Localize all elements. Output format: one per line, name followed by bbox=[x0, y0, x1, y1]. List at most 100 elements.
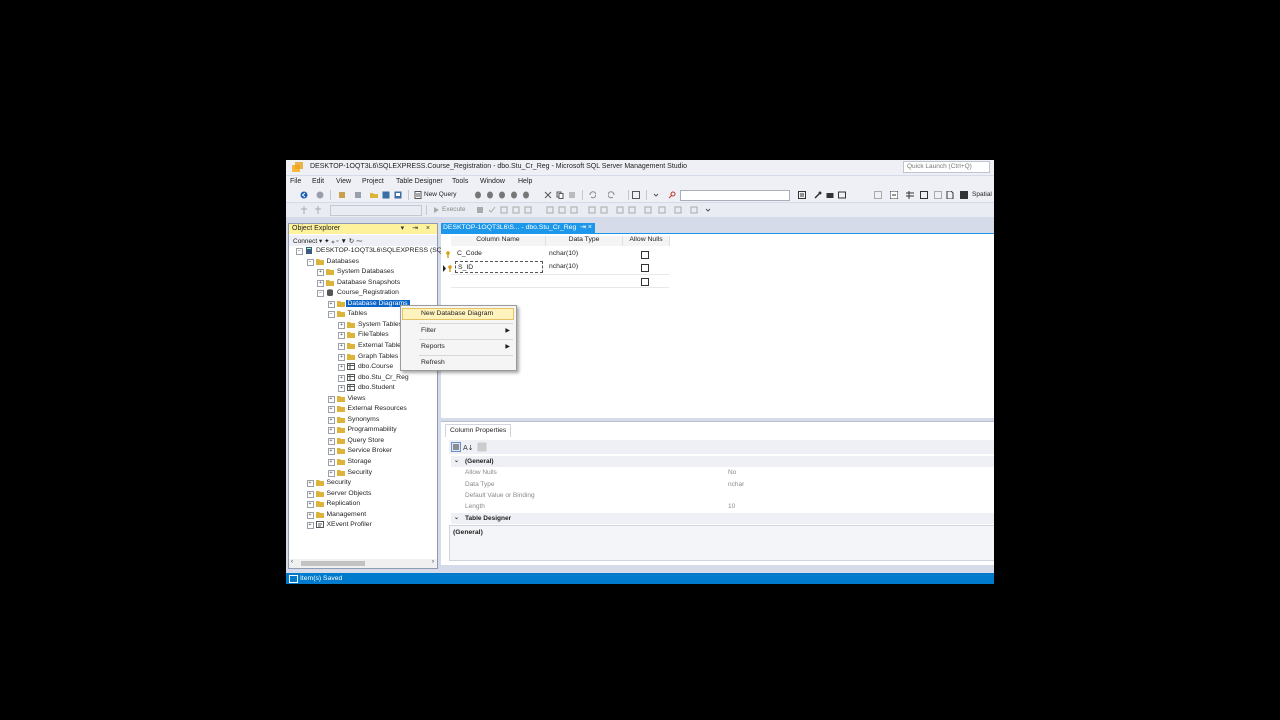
redo-icon[interactable] bbox=[608, 191, 616, 199]
add-item-icon[interactable] bbox=[354, 191, 362, 199]
collapse-icon[interactable]: − bbox=[296, 248, 303, 255]
spatial-icon[interactable] bbox=[960, 191, 968, 199]
menu-file[interactable]: File bbox=[290, 178, 301, 185]
decrease-indent-icon[interactable] bbox=[616, 206, 624, 214]
chevron-down-icon[interactable]: ⌄ bbox=[454, 513, 459, 524]
expand-icon[interactable]: + bbox=[327, 416, 335, 424]
tab-pin-icon[interactable]: ⇥ bbox=[580, 224, 586, 231]
menu-project[interactable]: Project bbox=[362, 178, 384, 185]
expand-icon[interactable]: + bbox=[306, 522, 314, 530]
toolbar-options-icon[interactable] bbox=[690, 206, 698, 214]
display-plan-icon[interactable] bbox=[512, 206, 520, 214]
collapse-icon[interactable]: − bbox=[327, 311, 335, 319]
database-combo[interactable] bbox=[330, 205, 422, 216]
collapse-icon[interactable]: − bbox=[317, 290, 324, 298]
find-icon[interactable] bbox=[668, 191, 676, 199]
execute-icon[interactable] bbox=[432, 206, 440, 214]
quick-launch-input[interactable]: Quick Launch (Ctrl+Q) bbox=[903, 161, 990, 173]
query-dmx-icon[interactable] bbox=[498, 191, 506, 199]
expand-icon[interactable]: + bbox=[338, 374, 345, 382]
expand-icon[interactable]: + bbox=[306, 480, 314, 488]
tab-stu-cr-reg[interactable]: DESKTOP-1OQT3L6\S... - dbo.Stu_Cr_Reg ⇥ … bbox=[441, 223, 595, 233]
toolbar-overflow-icon[interactable] bbox=[704, 206, 712, 214]
menu-item-filter[interactable]: Filter bbox=[421, 327, 436, 334]
expand-icon[interactable]: + bbox=[327, 300, 335, 308]
copy-icon[interactable] bbox=[556, 191, 564, 199]
uncomment-lines-icon[interactable] bbox=[600, 206, 608, 214]
horizontal-scrollbar[interactable]: ‹ › bbox=[289, 559, 437, 568]
property-category[interactable]: ⌄ Table Designer bbox=[451, 512, 994, 524]
expand-icon[interactable]: + bbox=[306, 501, 314, 509]
properties-icon[interactable] bbox=[798, 191, 806, 199]
back-icon[interactable] bbox=[300, 191, 308, 199]
expand-icon[interactable]: + bbox=[327, 427, 335, 435]
expand-icon[interactable]: + bbox=[327, 459, 335, 466]
property-category[interactable]: ⌄ (General) bbox=[451, 456, 994, 467]
expand-icon[interactable]: + bbox=[327, 448, 335, 456]
debug-icon[interactable] bbox=[674, 206, 682, 214]
menu-help[interactable]: Help bbox=[518, 178, 532, 185]
expand-icon[interactable]: + bbox=[338, 353, 345, 361]
cut-icon[interactable] bbox=[544, 191, 552, 199]
property-pages-icon[interactable] bbox=[477, 442, 487, 452]
chevron-down-icon[interactable]: ⌄ bbox=[454, 456, 459, 467]
close-icon[interactable]: × bbox=[588, 224, 592, 231]
results-file-icon[interactable] bbox=[570, 206, 578, 214]
alphabetical-icon[interactable]: A↓ bbox=[463, 442, 473, 452]
menu-window[interactable]: Window bbox=[480, 178, 505, 185]
expand-icon[interactable]: + bbox=[327, 437, 335, 445]
cancel-query-icon[interactable] bbox=[500, 206, 508, 214]
table-row-name[interactable]: S_ID bbox=[455, 261, 543, 273]
tab-close-icon[interactable]: ⇥ × bbox=[580, 223, 592, 231]
expand-icon[interactable]: + bbox=[306, 490, 314, 498]
intellisense-icon[interactable] bbox=[524, 206, 532, 214]
script-icon[interactable] bbox=[934, 191, 942, 199]
document-icon[interactable] bbox=[946, 191, 954, 199]
save-all-icon[interactable] bbox=[394, 191, 402, 199]
expand-icon[interactable]: + bbox=[338, 332, 345, 340]
connect-icon[interactable] bbox=[314, 206, 322, 214]
menu-item-new-database-diagram[interactable]: New Database Diagram bbox=[421, 310, 493, 317]
table-row-name[interactable]: C_Code bbox=[457, 248, 482, 260]
expand-icon[interactable]: + bbox=[338, 364, 345, 372]
forward-icon[interactable] bbox=[316, 191, 324, 199]
menu-item-refresh[interactable]: Refresh bbox=[421, 359, 445, 366]
save-icon[interactable] bbox=[382, 191, 390, 199]
allow-nulls-checkbox[interactable] bbox=[641, 264, 649, 272]
expand-icon[interactable]: + bbox=[317, 269, 324, 277]
new-project-icon[interactable] bbox=[338, 191, 346, 199]
expand-icon[interactable]: + bbox=[338, 385, 345, 393]
menu-view[interactable]: View bbox=[336, 178, 351, 185]
paste-icon[interactable] bbox=[568, 191, 576, 199]
connect-button[interactable]: Connect ▾ ✦ ⁎ ▫ ▼ ↻ ⁓ bbox=[293, 237, 363, 245]
menu-table-designer[interactable]: Table Designer bbox=[396, 178, 443, 185]
expand-icon[interactable]: + bbox=[327, 469, 335, 477]
results-grid-icon[interactable] bbox=[558, 206, 566, 214]
undo-icon[interactable] bbox=[588, 191, 596, 199]
property-row[interactable]: Default Value or Binding bbox=[451, 490, 994, 501]
wrench-icon[interactable] bbox=[814, 191, 822, 199]
specify-values-icon[interactable] bbox=[644, 206, 652, 214]
query-xmla-icon[interactable] bbox=[510, 191, 518, 199]
collapse-icon[interactable]: − bbox=[306, 258, 314, 266]
solution-explorer-icon[interactable] bbox=[632, 191, 640, 199]
open-file-icon[interactable] bbox=[370, 191, 378, 199]
increase-indent-icon[interactable] bbox=[628, 206, 636, 214]
bookmark-icon[interactable] bbox=[658, 206, 666, 214]
stop-icon[interactable] bbox=[476, 206, 484, 214]
spatial-button[interactable]: Spatial bbox=[972, 191, 992, 198]
expand-icon[interactable]: + bbox=[306, 511, 314, 519]
allow-nulls-checkbox[interactable] bbox=[641, 251, 649, 259]
categorized-icon[interactable] bbox=[451, 442, 461, 452]
menu-edit[interactable]: Edit bbox=[312, 178, 324, 185]
window-layout-icon[interactable] bbox=[838, 191, 846, 199]
execute-button[interactable]: Execute bbox=[442, 206, 466, 213]
query-mdx-icon[interactable] bbox=[486, 191, 494, 199]
results-text-icon[interactable] bbox=[546, 206, 554, 214]
menu-item-reports[interactable]: Reports bbox=[421, 343, 445, 350]
query-das-icon[interactable] bbox=[522, 191, 530, 199]
comment-lines-icon[interactable] bbox=[588, 206, 596, 214]
expand-icon[interactable]: + bbox=[327, 395, 335, 403]
property-row[interactable]: Length 10 bbox=[451, 501, 994, 512]
toggle-pane-icon[interactable] bbox=[890, 191, 898, 199]
